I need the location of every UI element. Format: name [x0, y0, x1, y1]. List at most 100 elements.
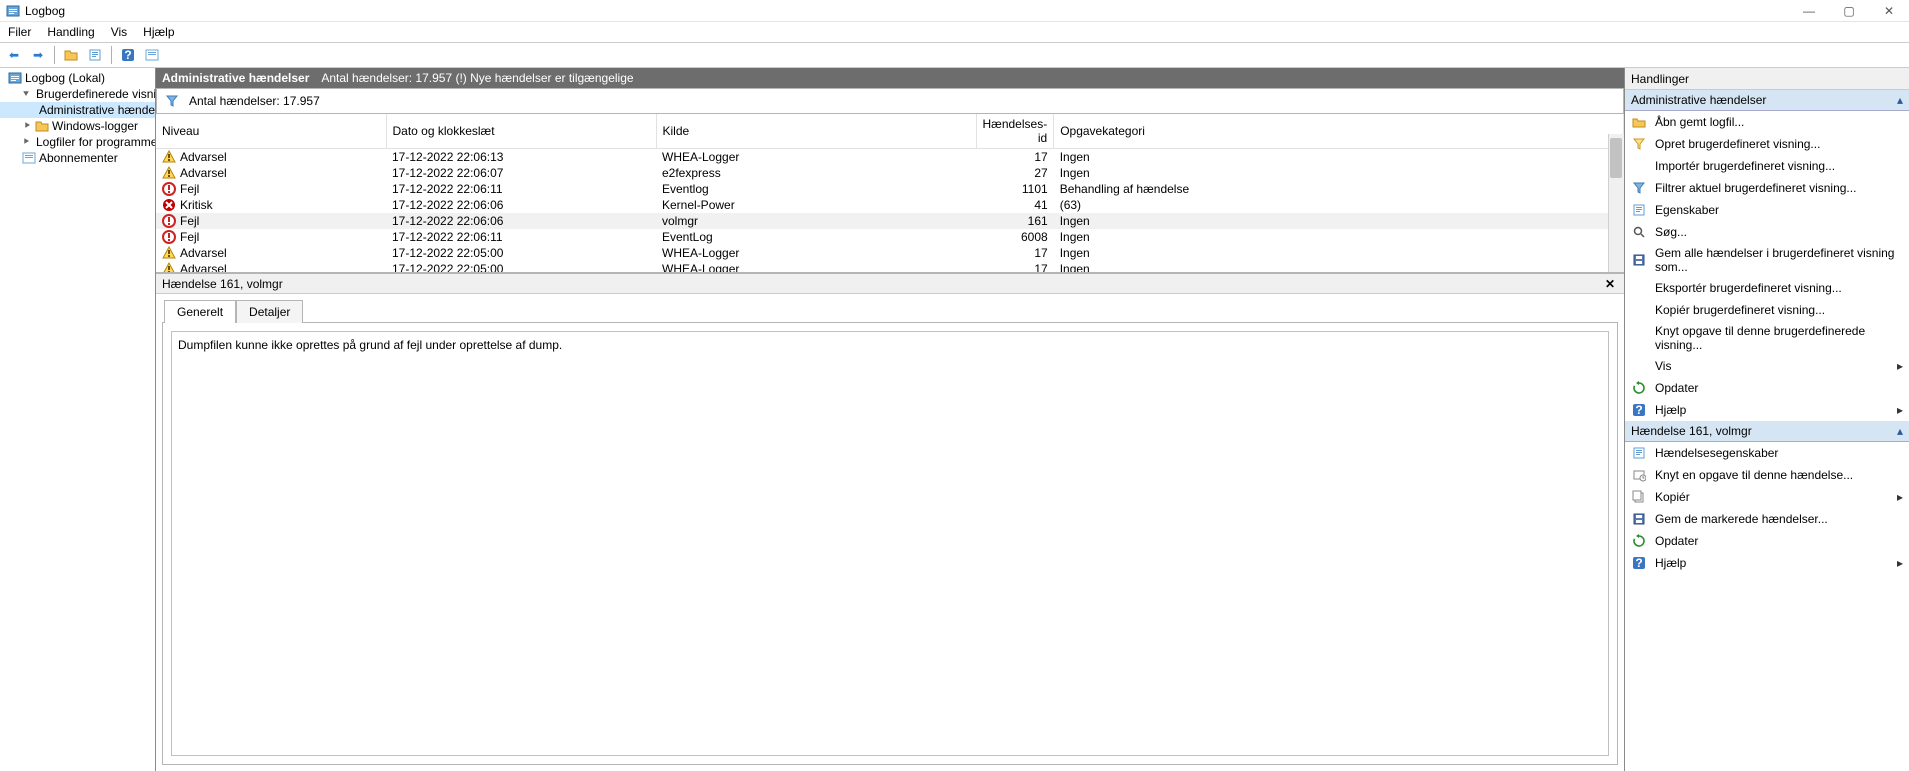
collapse-icon[interactable]: ▴	[1897, 93, 1903, 107]
action-attach_task2[interactable]: Knyt en opgave til denne hændelse...	[1625, 464, 1909, 486]
toolbar-show-tree-button[interactable]	[61, 45, 81, 65]
action-view[interactable]: Vis▸	[1625, 355, 1909, 377]
minimize-button[interactable]: —	[1789, 0, 1829, 22]
column-category[interactable]: Opgavekategori	[1054, 114, 1624, 149]
action-import_view[interactable]: Importér brugerdefineret visning...	[1625, 155, 1909, 177]
action-label: Søg...	[1655, 225, 1687, 239]
action-label: Eksportér brugerdefineret visning...	[1655, 281, 1842, 295]
tree-custom-views[interactable]: ⯆ Brugerdefinerede visninger	[0, 86, 155, 102]
event-row[interactable]: Kritisk17-12-2022 22:06:06Kernel-Power41…	[156, 197, 1624, 213]
event-row[interactable]: Advarsel17-12-2022 22:06:13WHEA-Logger17…	[156, 149, 1624, 166]
event-level: Fejl	[180, 230, 199, 244]
submenu-arrow-icon: ▸	[1897, 490, 1903, 504]
none-icon	[1631, 302, 1647, 318]
detail-body: Dumpfilen kunne ikke oprettes på grund a…	[162, 322, 1618, 765]
action-help2[interactable]: Hjælp▸	[1625, 552, 1909, 574]
toolbar-properties-button[interactable]	[85, 45, 105, 65]
none-icon	[1631, 330, 1647, 346]
grid-scrollbar[interactable]	[1608, 134, 1624, 272]
help-icon	[1631, 402, 1647, 418]
menu-help[interactable]: Hjælp	[135, 23, 182, 41]
action-export_view[interactable]: Eksportér brugerdefineret visning...	[1625, 277, 1909, 299]
tree-subscriptions[interactable]: Abonnementer	[0, 150, 155, 166]
menu-file[interactable]: Filer	[0, 23, 39, 41]
navigation-tree: Logbog (Lokal) ⯆ Brugerdefinerede visnin…	[0, 68, 156, 771]
action-refresh2[interactable]: Opdater	[1625, 530, 1909, 552]
grid-header-row: Niveau Dato og klokkeslæt Kilde Hændelse…	[156, 114, 1624, 149]
event-id: 1101	[976, 181, 1054, 197]
event-count-label: Antal hændelser: 17.957	[189, 94, 320, 108]
event-level: Advarsel	[180, 150, 227, 164]
action-help[interactable]: Hjælp▸	[1625, 399, 1909, 421]
window-titlebar: Logbog — ▢ ✕	[0, 0, 1909, 22]
warning-icon	[162, 150, 176, 164]
tree-app-logs[interactable]: ⯈ Logfiler for programmer og t	[0, 134, 155, 150]
event-row[interactable]: Advarsel17-12-2022 22:05:00WHEA-Logger17…	[156, 261, 1624, 274]
task-icon	[1631, 467, 1647, 483]
tree-root[interactable]: Logbog (Lokal)	[0, 70, 155, 86]
expand-icon[interactable]: ⯈	[22, 121, 32, 132]
submenu-arrow-icon: ▸	[1897, 556, 1903, 570]
expand-icon[interactable]: ⯈	[22, 137, 30, 148]
event-row[interactable]: Fejl17-12-2022 22:06:11EventLog6008Ingen	[156, 229, 1624, 245]
action-label: Opdater	[1655, 381, 1698, 395]
action-copy_view[interactable]: Kopiér brugerdefineret visning...	[1625, 299, 1909, 321]
tree-windows-logs[interactable]: ⯈ Windows-logger	[0, 118, 155, 134]
tree-admin-events[interactable]: Administrative hændelse	[0, 102, 155, 118]
scrollbar-thumb[interactable]	[1610, 138, 1622, 178]
action-save_sel[interactable]: Gem de markerede hændelser...	[1625, 508, 1909, 530]
collapse-icon[interactable]: ▴	[1897, 424, 1903, 438]
event-row[interactable]: Fejl17-12-2022 22:06:06volmgr161Ingen	[156, 213, 1624, 229]
event-level: Kritisk	[180, 198, 213, 212]
menu-view[interactable]: Vis	[103, 23, 135, 41]
tab-details[interactable]: Detaljer	[236, 300, 303, 323]
column-id[interactable]: Hændelses-id	[976, 114, 1054, 149]
action-label: Hjælp	[1655, 403, 1686, 417]
event-row[interactable]: Fejl17-12-2022 22:06:11Eventlog1101Behan…	[156, 181, 1624, 197]
detail-close-button[interactable]: ✕	[1602, 277, 1618, 291]
event-id: 17	[976, 261, 1054, 274]
menu-action[interactable]: Handling	[39, 23, 102, 41]
event-id: 17	[976, 149, 1054, 166]
action-save_all[interactable]: Gem alle hændelser i brugerdefineret vis…	[1625, 243, 1909, 277]
event-category: (63)	[1054, 197, 1624, 213]
action-label: Åbn gemt logfil...	[1655, 115, 1744, 129]
center-pane: Administrative hændelser Antal hændelser…	[156, 68, 1625, 771]
action-refresh[interactable]: Opdater	[1625, 377, 1909, 399]
action-properties[interactable]: Egenskaber	[1625, 199, 1909, 221]
action-attach_task[interactable]: Knyt opgave til denne brugerdefinerede v…	[1625, 321, 1909, 355]
action-label: Knyt en opgave til denne hændelse...	[1655, 468, 1853, 482]
expand-icon[interactable]: ⯆	[22, 89, 30, 100]
actions-section-event[interactable]: Hændelse 161, volmgr ▴	[1625, 421, 1909, 442]
action-filter_view[interactable]: Filtrer aktuel brugerdefineret visning..…	[1625, 177, 1909, 199]
toolbar-help-button[interactable]	[118, 45, 138, 65]
tab-general[interactable]: Generelt	[164, 300, 236, 323]
column-level[interactable]: Niveau	[156, 114, 386, 149]
toolbar-preview-button[interactable]	[142, 45, 162, 65]
toolbar: ⬅ ➡	[0, 42, 1909, 68]
event-row[interactable]: Advarsel17-12-2022 22:05:00WHEA-Logger17…	[156, 245, 1624, 261]
none-icon	[1631, 358, 1647, 374]
funnel-icon	[165, 94, 179, 108]
view-header: Administrative hændelser Antal hændelser…	[156, 68, 1624, 88]
event-id: 161	[976, 213, 1054, 229]
event-category: Ingen	[1054, 245, 1624, 261]
action-find[interactable]: Søg...	[1625, 221, 1909, 243]
event-datetime: 17-12-2022 22:05:00	[386, 261, 656, 274]
action-create_view[interactable]: Opret brugerdefineret visning...	[1625, 133, 1909, 155]
action-copy[interactable]: Kopiér▸	[1625, 486, 1909, 508]
nav-forward-button[interactable]: ➡	[28, 45, 48, 65]
event-row[interactable]: Advarsel17-12-2022 22:06:07e2fexpress27I…	[156, 165, 1624, 181]
save-icon	[1631, 511, 1647, 527]
action-event_props[interactable]: Hændelsesegenskaber	[1625, 442, 1909, 464]
error-icon	[162, 214, 176, 228]
actions-section-admin[interactable]: Administrative hændelser ▴	[1625, 90, 1909, 111]
column-source[interactable]: Kilde	[656, 114, 976, 149]
maximize-button[interactable]: ▢	[1829, 0, 1869, 22]
view-header-title: Administrative hændelser	[162, 71, 309, 85]
action-open_saved[interactable]: Åbn gemt logfil...	[1625, 111, 1909, 133]
nav-back-button[interactable]: ⬅	[4, 45, 24, 65]
column-datetime[interactable]: Dato og klokkeslæt	[386, 114, 656, 149]
close-button[interactable]: ✕	[1869, 0, 1909, 22]
event-source: WHEA-Logger	[656, 245, 976, 261]
